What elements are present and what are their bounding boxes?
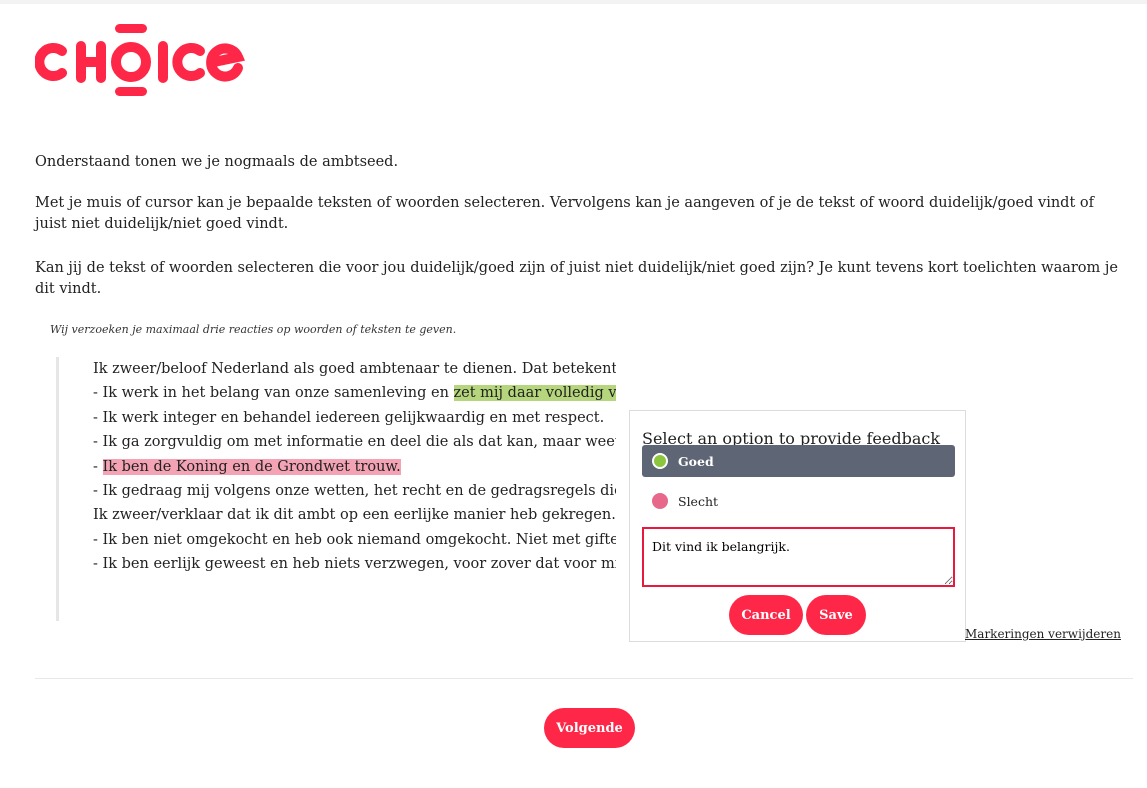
instruction-note: Wij verzoeken je maximaal drie reacties … xyxy=(50,323,457,336)
oath-line[interactable]: - Ik werk integer en behandel iedereen g… xyxy=(93,406,616,430)
oath-line-text[interactable]: - xyxy=(93,459,103,475)
intro-paragraph-1: Onderstaand tonen we je nogmaals de ambt… xyxy=(35,154,399,170)
cancel-button[interactable]: Cancel xyxy=(729,595,803,635)
survey-page: Onderstaand tonen we je nogmaals de ambt… xyxy=(0,4,1147,788)
oath-line[interactable]: - Ik ben de Koning en de Grondwet trouw. xyxy=(93,455,616,479)
intro-paragraph-3: Kan jij de tekst of woorden selecteren d… xyxy=(35,260,1118,297)
feedback-comment-input[interactable] xyxy=(642,527,955,587)
highlight-good[interactable]: zet mij daar volledig voor in. xyxy=(453,385,616,402)
option-goed-label: Goed xyxy=(678,453,714,469)
radio-good-icon xyxy=(652,453,668,469)
oath-line-text[interactable]: - Ik werk in het belang van onze samenle… xyxy=(93,385,454,401)
option-slecht-label: Slecht xyxy=(678,493,719,509)
oath-line[interactable]: - Ik gedraag mij volgens onze wetten, he… xyxy=(93,479,616,503)
oath-line[interactable]: - Ik werk in het belang van onze samenle… xyxy=(93,381,616,405)
choice-logo xyxy=(35,24,245,96)
save-button[interactable]: Save xyxy=(806,595,866,635)
intro-paragraph-2: Met je muis of cursor kan je bepaalde te… xyxy=(35,195,1094,232)
next-button[interactable]: Volgende xyxy=(544,708,635,748)
oath-line[interactable]: - Ik ben niet omgekocht en heb ook niema… xyxy=(93,528,616,552)
divider xyxy=(35,678,1133,679)
feedback-popup: Select an option to provide feedback Goe… xyxy=(629,410,966,642)
option-slecht[interactable]: Slecht xyxy=(642,485,955,517)
remove-markings-link[interactable]: Markeringen verwijderen xyxy=(965,627,1121,641)
oath-line[interactable]: Ik zweer/beloof Nederland als goed ambte… xyxy=(93,357,616,381)
oath-line[interactable]: - Ik ben eerlijk geweest en heb niets ve… xyxy=(93,552,616,576)
highlight-bad[interactable]: Ik ben de Koning en de Grondwet trouw. xyxy=(102,458,401,475)
oath-line[interactable]: - Ik ga zorgvuldig om met informatie en … xyxy=(93,430,616,454)
oath-text-block[interactable]: Ik zweer/beloof Nederland als goed ambte… xyxy=(56,357,616,621)
option-goed[interactable]: Goed xyxy=(642,445,955,477)
radio-bad-icon xyxy=(652,493,668,509)
oath-line[interactable]: Ik zweer/verklaar dat ik dit ambt op een… xyxy=(93,503,616,527)
